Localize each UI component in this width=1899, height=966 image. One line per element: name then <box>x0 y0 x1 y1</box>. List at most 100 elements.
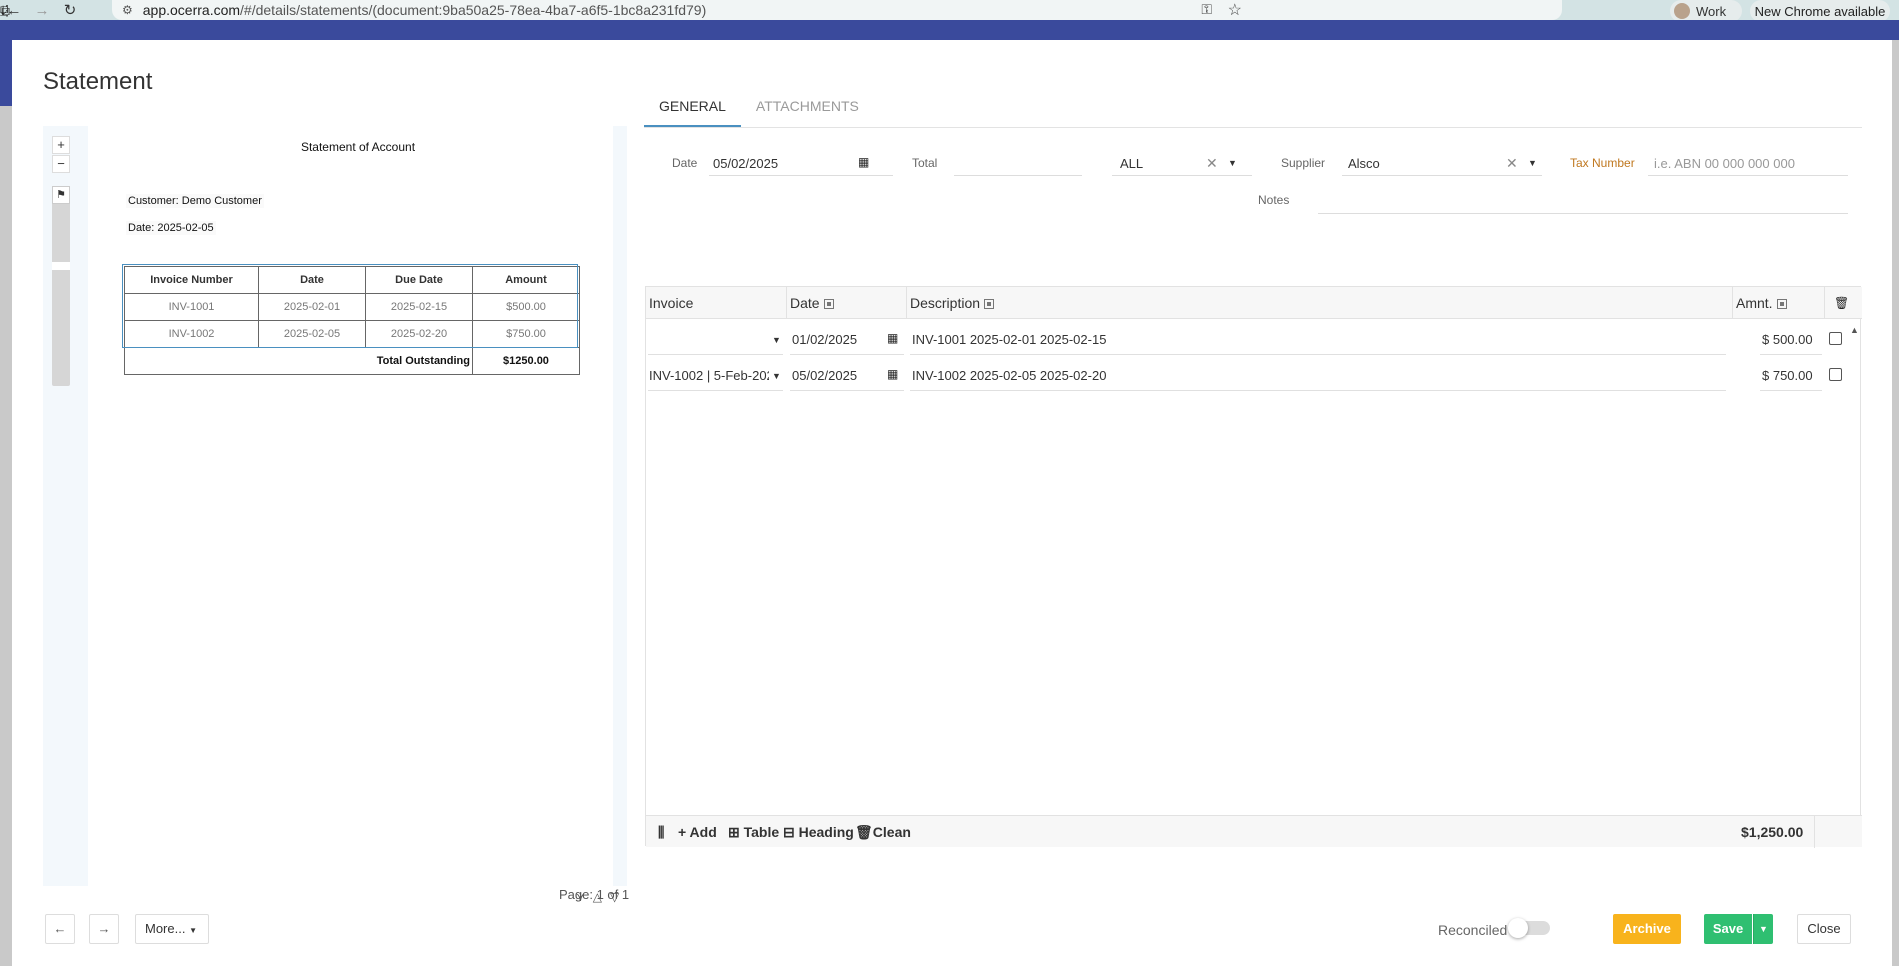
add-line-button[interactable]: + Add <box>678 824 717 840</box>
columns-icon[interactable]: ⫼ <box>658 824 664 841</box>
clear-supplier-icon[interactable]: ✕ <box>1506 155 1518 172</box>
footer-divider <box>1814 816 1815 848</box>
row-select-checkbox[interactable] <box>1829 332 1842 345</box>
lines-total: $1,250.00 <box>1741 824 1804 840</box>
supplier-label: Supplier <box>1281 156 1326 170</box>
calendar-icon[interactable]: ▦ <box>887 367 898 381</box>
table-row: INV-1002 | 5-Feb-2025 ▼ 05/02/2025 ▦ INV… <box>646 357 1846 391</box>
trash-icon: 🗑 <box>855 824 873 840</box>
doc-customer: Customer: Demo Customer <box>126 194 264 208</box>
modal-title: Statement <box>43 68 153 95</box>
table-label: Table <box>743 824 780 840</box>
doc-date: Date: 2025-02-05 <box>126 221 216 235</box>
arrow-right-icon: → <box>97 921 111 936</box>
doc-th-due: Due Date <box>365 266 473 294</box>
forward-icon[interactable]: → <box>28 0 56 20</box>
page-info: Page: 1 of 1 <box>559 887 630 902</box>
clear-currency-icon[interactable]: ✕ <box>1206 155 1218 172</box>
tab-general[interactable]: GENERAL <box>644 86 741 127</box>
total-input[interactable] <box>954 148 1082 176</box>
doc-cell: $750.00 <box>472 320 580 348</box>
previous-button[interactable]: ← <box>45 914 75 944</box>
col-description[interactable]: Description <box>907 287 1733 319</box>
more-label: More... <box>145 921 186 936</box>
doc-total-row: Total Outstanding $1250.00 <box>124 347 580 375</box>
col-invoice-label: Invoice <box>649 295 694 311</box>
doc-total-value: $1250.00 <box>472 347 580 375</box>
table-row: ▼ 01/02/2025 ▦ INV-1001 2025-02-01 2025-… <box>646 321 1846 355</box>
viewer-scrollbar[interactable] <box>52 186 70 386</box>
profile-label: Work <box>1696 3 1727 19</box>
chrome-update-button[interactable]: New Chrome available <box>1750 0 1890 22</box>
invoice-caret-icon[interactable]: ▼ <box>772 335 781 345</box>
notes-label: Notes <box>1258 193 1290 207</box>
chevron-down-icon: ▼ <box>189 926 198 935</box>
statement-modal: Statement + − ⚑ Statement of Account Cus… <box>12 40 1892 966</box>
tab-attachments[interactable]: ATTACHMENTS <box>741 86 874 127</box>
viewer-scroll-thumb[interactable] <box>52 262 70 270</box>
reload-icon[interactable]: ↻ <box>56 0 84 20</box>
grid-footer: ⫼ + Add ⊞ Table ⊟ Heading 🗑Clean $1,250.… <box>646 815 1862 848</box>
reconciled-toggle[interactable] <box>1508 918 1550 938</box>
table-button[interactable]: ⊞ Table <box>728 824 779 841</box>
heading-button[interactable]: ⊟ Heading <box>783 824 854 841</box>
col-amount-label: Amnt. <box>1736 295 1773 311</box>
line-amount-value: $ 750.00 <box>1762 368 1813 383</box>
supplier-caret-icon[interactable]: ▼ <box>1528 158 1537 168</box>
doc-cell: 2025-02-05 <box>258 320 366 348</box>
col-date[interactable]: Date <box>787 287 907 319</box>
archive-button[interactable]: Archive <box>1613 914 1681 944</box>
zoom-in-button[interactable]: + <box>52 136 70 154</box>
line-date-value: 05/02/2025 <box>792 368 858 383</box>
tab-bar: GENERAL ATTACHMENTS <box>644 86 1862 128</box>
chrome-menu-icon[interactable]: ⋮ <box>0 0 14 20</box>
bookmark-star-icon[interactable]: ☆ <box>1228 0 1242 20</box>
delete-selected-icon[interactable]: 🗑 <box>1834 296 1849 310</box>
reconciled-label: Reconciled <box>1438 922 1508 938</box>
update-label: New Chrome available <box>1754 3 1886 19</box>
currency-caret-icon[interactable]: ▼ <box>1228 158 1237 168</box>
date-label: Date <box>672 156 698 170</box>
column-settings-icon[interactable] <box>823 299 834 309</box>
calendar-icon[interactable]: ▦ <box>887 331 898 345</box>
grid-scroll-up-icon[interactable]: ▲ <box>1850 325 1859 335</box>
row-select-checkbox[interactable] <box>1829 368 1842 381</box>
col-date-label: Date <box>790 295 820 311</box>
clean-label: Clean <box>872 824 911 840</box>
clean-button[interactable]: 🗑Clean <box>855 824 911 841</box>
line-description-value: INV-1002 2025-02-05 2025-02-20 <box>912 368 1107 383</box>
invoice-select[interactable] <box>648 327 783 355</box>
notes-input[interactable] <box>1318 186 1848 214</box>
doc-cell: INV-1001 <box>124 293 259 321</box>
close-button[interactable]: Close <box>1797 914 1851 944</box>
calendar-icon[interactable]: ▦ <box>858 155 869 169</box>
doc-table-row: INV-1002 2025-02-05 2025-02-20 $750.00 <box>124 320 580 348</box>
more-button[interactable]: More... ▼ <box>135 914 209 944</box>
profile-chip[interactable]: Work <box>1670 0 1742 22</box>
arrow-left-icon: ← <box>53 921 67 936</box>
col-invoice[interactable]: Invoice <box>646 287 787 319</box>
zoom-out-button[interactable]: − <box>52 155 70 173</box>
column-settings-icon[interactable] <box>984 299 995 309</box>
site-settings-icon[interactable]: ⚙ <box>122 3 133 17</box>
currency-value: ALL <box>1120 156 1144 171</box>
doc-th-amount: Amount <box>472 266 580 294</box>
col-amount[interactable]: Amnt. <box>1733 287 1825 319</box>
avatar <box>1674 3 1690 19</box>
invoice-caret-icon[interactable]: ▼ <box>772 371 781 381</box>
address-bar[interactable]: ⚙ app.ocerra.com/#/details/statements/(d… <box>112 0 1562 20</box>
doc-cell: $500.00 <box>472 293 580 321</box>
document-viewer: + − ⚑ Statement of Account Customer: Dem… <box>43 126 627 904</box>
next-button[interactable]: → <box>89 914 119 944</box>
supplier-value: Alsco <box>1348 156 1380 171</box>
flag-icon[interactable]: ⚑ <box>52 186 70 204</box>
password-key-icon[interactable]: ⚿ <box>1201 1 1212 18</box>
col-description-label: Description <box>910 295 981 311</box>
grid-header: Invoice Date Description Amnt. 🗑 <box>646 287 1862 319</box>
total-label: Total <box>912 156 938 170</box>
doc-th-invoice: Invoice Number <box>124 266 259 294</box>
save-button[interactable]: Save <box>1704 914 1752 944</box>
column-settings-icon[interactable] <box>1776 299 1787 309</box>
save-options-chevron-icon[interactable]: ▼ <box>1753 914 1773 944</box>
doc-invoice-table: Invoice Number Date Due Date Amount INV-… <box>124 266 580 375</box>
